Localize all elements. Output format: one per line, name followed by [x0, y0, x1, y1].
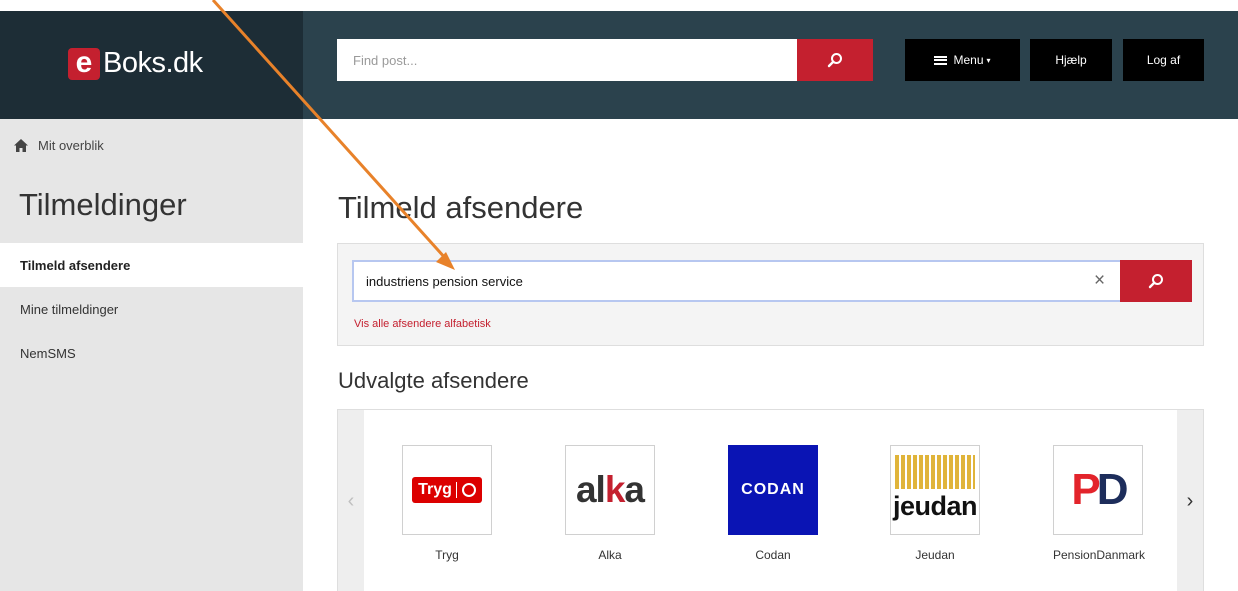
sender-logo: PD — [1053, 445, 1143, 535]
pd-logo-d: D — [1096, 465, 1129, 514]
logo-divider — [455, 482, 457, 498]
search-icon — [827, 53, 842, 68]
alka-logo: alka — [575, 469, 645, 511]
search-icon — [1148, 274, 1163, 289]
alka-logo-part: a — [624, 469, 645, 510]
eboks-logo[interactable]: e Boks.dk — [68, 47, 203, 80]
sidebar-item-nemsms[interactable]: NemSMS — [0, 331, 303, 375]
sidebar-item-tilmeld-afsendere[interactable]: Tilmeld afsendere — [0, 243, 303, 287]
home-link[interactable]: Mit overblik — [14, 138, 104, 153]
sender-logo: CODAN — [728, 445, 818, 535]
sender-logo: alka — [565, 445, 655, 535]
sender-name: Tryg — [435, 548, 459, 562]
page: e Boks.dk Menu ▾ Hjælp Log af Mit overbl… — [0, 0, 1238, 591]
sender-search-box: × — [352, 260, 1192, 302]
sender-tile[interactable]: Tryg Tryg — [402, 445, 492, 562]
featured-senders-title: Udvalgte afsendere — [338, 368, 529, 393]
page-title: Tilmeld afsendere — [338, 190, 584, 225]
logo-e-mark: e — [68, 47, 100, 80]
alka-logo-part: k — [604, 469, 626, 510]
pensiondanmark-logo: PD — [1071, 465, 1129, 515]
sender-tile[interactable]: PD PensionDanmark — [1053, 445, 1146, 562]
menu-button[interactable]: Menu ▾ — [905, 39, 1020, 81]
jeudan-building-icon — [895, 455, 975, 489]
alka-logo-part: al — [575, 469, 606, 510]
show-all-senders-link[interactable]: Vis alle afsendere alfabetisk — [354, 318, 491, 330]
menu-label: Menu — [953, 53, 984, 67]
sidebar-item-mine-tilmeldinger[interactable]: Mine tilmeldinger — [0, 287, 303, 331]
sender-name: Alka — [598, 548, 622, 562]
pd-logo-p: P — [1071, 465, 1100, 514]
home-icon — [14, 139, 28, 152]
sender-logo: Tryg — [402, 445, 492, 535]
sender-name: Codan — [755, 548, 791, 562]
sender-search-button[interactable] — [1120, 260, 1192, 302]
sender-name: Jeudan — [915, 548, 955, 562]
sender-tile[interactable]: CODAN Codan — [728, 445, 818, 562]
carousel-next-button[interactable]: › — [1177, 410, 1203, 591]
sender-tile[interactable]: jeudan Jeudan — [890, 445, 980, 562]
help-button[interactable]: Hjælp — [1030, 39, 1112, 81]
sidebar: Mit overblik Tilmeldinger Tilmeld afsend… — [0, 119, 303, 591]
sender-name: PensionDanmark — [1053, 548, 1146, 562]
sender-search-panel: × Vis alle afsendere alfabetisk — [337, 243, 1204, 346]
tryg-logo-text: Tryg — [418, 481, 452, 498]
logo-area: e Boks.dk — [0, 11, 303, 119]
jeudan-logo: jeudan — [892, 491, 978, 521]
tryg-logo: Tryg — [412, 477, 482, 503]
find-post-input[interactable] — [337, 39, 797, 81]
logout-button[interactable]: Log af — [1123, 39, 1204, 81]
featured-senders-carousel: ‹ Tryg Tryg alka Alka CODAN Codan jeudan… — [337, 409, 1204, 591]
hamburger-icon — [934, 55, 948, 65]
carousel-prev-button[interactable]: ‹ — [338, 410, 364, 591]
sidebar-title: Tilmeldinger — [19, 187, 187, 222]
home-label: Mit overblik — [38, 138, 104, 153]
clear-icon[interactable]: × — [1094, 270, 1105, 292]
tryg-emblem-icon — [461, 483, 476, 497]
sender-search-input[interactable] — [354, 262, 1104, 300]
sender-logo: jeudan — [890, 445, 980, 535]
top-strip — [0, 0, 1238, 11]
logo-wordmark: Boks.dk — [103, 47, 203, 79]
find-post-search-button[interactable] — [797, 39, 873, 81]
caret-down-icon: ▾ — [986, 55, 991, 65]
sender-tile[interactable]: alka Alka — [565, 445, 655, 562]
codan-logo: CODAN — [741, 481, 805, 498]
